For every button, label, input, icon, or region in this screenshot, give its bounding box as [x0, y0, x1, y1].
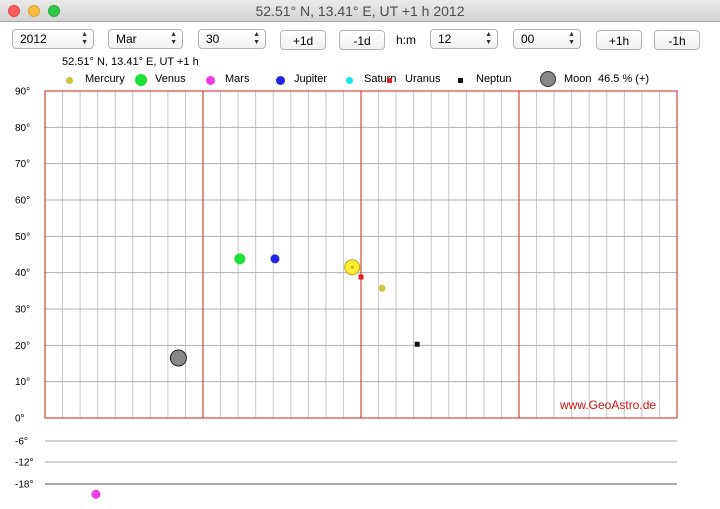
y-tick-label: 30°: [15, 305, 30, 316]
y-tick-label: -6°: [15, 437, 28, 448]
altitude-chart: 90° 80° 70° 60° 50° 40° 30° 20° 10° 0° -6° -12° -18°…: [15, 87, 678, 499]
sun-center-point: [350, 265, 354, 269]
y-axis-labels: 90° 80° 70° 60° 50° 40° 30° 20° 10° 0° -6° -12° -18°: [15, 87, 33, 491]
y-tick-label: -12°: [15, 458, 33, 469]
venus-point: [234, 253, 246, 265]
moon-point: [169, 349, 187, 367]
jupiter-point: [270, 254, 280, 264]
neptun-point: [414, 341, 420, 347]
y-tick-label: 0°: [15, 414, 25, 425]
y-tick-label: 20°: [15, 341, 30, 352]
credit-text: www.GeoAstro.de: [559, 398, 656, 412]
app-window: 52.51° N, 13.41° E, UT +1 h 2012 2012 ▲ ▼…: [0, 0, 720, 509]
y-tick-label: 70°: [15, 159, 30, 170]
y-tick-label: 80°: [15, 123, 30, 134]
chart-grid: [44, 90, 678, 485]
y-tick-label: 40°: [15, 268, 30, 279]
mars-point: [91, 489, 101, 499]
mercury-point: [378, 284, 386, 292]
y-tick-label: 60°: [15, 196, 30, 207]
y-tick-label: -18°: [15, 480, 33, 491]
y-tick-label: 10°: [15, 377, 30, 388]
uranus-point: [358, 274, 364, 280]
y-tick-label: 90°: [15, 87, 30, 98]
y-tick-label: 50°: [15, 232, 30, 243]
